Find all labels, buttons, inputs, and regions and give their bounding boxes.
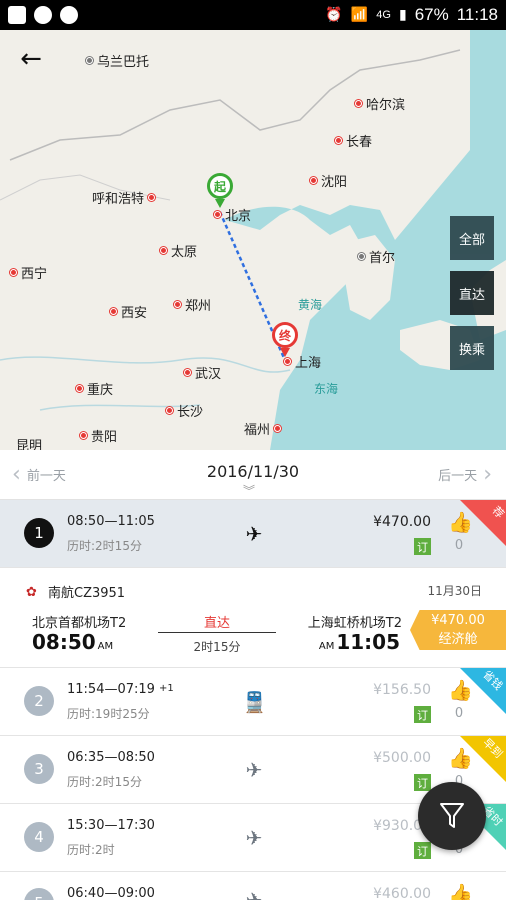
route-time: 06:35—08:50 [67,750,155,765]
city-label: 呼和浩特 [92,188,156,207]
like-count: 0 [454,538,464,553]
city-label: 西宁 [10,263,47,282]
start-pin[interactable]: 起 [207,173,235,209]
current-date[interactable]: 2016/11/30 [0,462,506,481]
city-label: 郑州 [174,295,211,314]
city-label: 长沙 [166,401,203,420]
gallery-icon [8,6,26,24]
flight-number: 南航CZ3951 [48,586,126,601]
departure-airport: 北京首都机场T2 [32,616,127,631]
route-index: 2 [24,686,54,716]
wifi-icon: 📶 [350,7,369,23]
route-time: 15:30—17:30 [67,818,155,833]
book-button[interactable]: 订 [414,842,431,859]
thumbs-up-icon[interactable]: 👍 [448,746,473,770]
thumbs-up-icon[interactable]: 👍 [448,678,473,702]
expand-chevron-icon[interactable]: ︾ [243,482,255,499]
filter-funnel-icon [440,803,464,828]
city-label: 太原 [160,241,197,260]
book-button[interactable]: 订 [414,706,431,723]
filter-fab-button[interactable] [418,782,486,850]
city-label: 沈阳 [310,171,347,190]
end-pin-label: 终 [272,322,298,348]
filter-transfer-button[interactable]: 换乘 [450,326,494,370]
route-time: 06:40—09:00 [67,886,155,900]
location-notification-icon [60,6,78,24]
route-price: ¥470.00 [373,514,431,530]
route-time: 11:54—07:19 +1 [67,682,174,697]
route-duration: 历时:2时 [67,843,115,857]
flight-date: 11月30日 [427,584,482,598]
list-item[interactable]: 5 06:40—09:00 ✈ ¥460.00 👍 [0,872,506,900]
train-icon: 🚆 [242,690,267,714]
divider [158,632,276,633]
route-map[interactable]: ← 乌兰巴托 哈尔滨 长春 呼和浩特 沈阳 北京 太原 首尔 西宁 西安 郑州 … [0,30,506,450]
city-label: 乌兰巴托 [86,51,149,70]
cabin-price-button[interactable]: ¥470.00 经济舱 [410,610,506,650]
departure-time: 08:50 AM [32,630,114,654]
city-label: 武汉 [184,363,221,382]
city-label: 贵阳 [80,426,117,445]
filter-direct-button[interactable]: 直达 [450,271,494,315]
city-label: 重庆 [76,379,113,398]
flight-detail[interactable]: ✿ 南航CZ3951 11月30日 北京首都机场T2 08:50 AM 直达 2时… [0,568,506,668]
flight-type: 直达 [203,616,230,631]
battery-level: 67% [414,5,449,24]
arrival-airport: 上海虹桥机场T2 [307,616,402,631]
back-button[interactable]: ← [14,44,48,74]
end-pin[interactable]: 终 [272,322,300,358]
thumbs-up-icon[interactable]: 👍 [448,510,473,534]
alarm-icon: ⏰ [325,7,343,23]
city-label: 首尔 [358,247,395,266]
list-item[interactable]: 1 08:50—11:05 历时:2时15分 ✈ ¥470.00 订 👍 0 荐 [0,500,506,568]
list-item[interactable]: 2 11:54—07:19 +1 历时:19时25分 🚆 ¥156.50 订 👍 … [0,668,506,736]
app-notification-icon [34,6,52,24]
signal-icon: ▮ [398,7,407,23]
airline: ✿ 南航CZ3951 [26,582,126,602]
city-label: 昆明 [16,439,43,450]
route-price: ¥500.00 [373,750,431,766]
plane-icon: ✈ [245,888,263,900]
book-button[interactable]: 订 [414,538,431,555]
route-index: 1 [24,518,54,548]
clock: 11:18 [456,5,498,24]
sea-label: 东海 [314,382,339,396]
route-price: ¥460.00 [373,886,431,900]
china-southern-logo-icon: ✿ [26,584,37,600]
route-time: 08:50—11:05 [67,514,155,529]
chevron-right-icon: › [483,462,492,487]
route-price: ¥156.50 [373,682,431,698]
city-label: 福州 [244,419,282,438]
route-duration: 历时:2时15分 [67,539,142,553]
network-type: 4G [376,9,391,21]
book-button[interactable]: 订 [414,774,431,791]
route-index: 5 [24,888,54,900]
flight-duration: 2时15分 [193,640,241,654]
start-pin-label: 起 [207,173,233,199]
sea-label: 黄海 [298,298,323,312]
status-bar: ⏰ 📶 4G ▮ 67% 11:18 [0,0,506,30]
plane-icon: ✈ [245,758,263,782]
next-day-label: 后一天 [438,469,478,484]
city-label: 长春 [335,131,372,150]
city-label: 哈尔滨 [355,94,405,113]
route-index: 3 [24,754,54,784]
route-duration: 历时:2时15分 [67,775,142,789]
plane-icon: ✈ [245,522,263,546]
arrival-time: AM 11:05 [318,630,400,654]
city-label: 西安 [110,302,147,321]
filter-all-button[interactable]: 全部 [450,216,494,260]
next-day-button[interactable]: 后一天 › [438,462,492,487]
date-bar: ‹ 前一天 2016/11/30 ︾ 后一天 › [0,450,506,500]
route-duration: 历时:19时25分 [67,707,150,721]
route-index: 4 [24,822,54,852]
like-count: 0 [454,706,464,721]
thumbs-up-icon[interactable]: 👍 [448,882,473,900]
plane-icon: ✈ [245,826,263,850]
